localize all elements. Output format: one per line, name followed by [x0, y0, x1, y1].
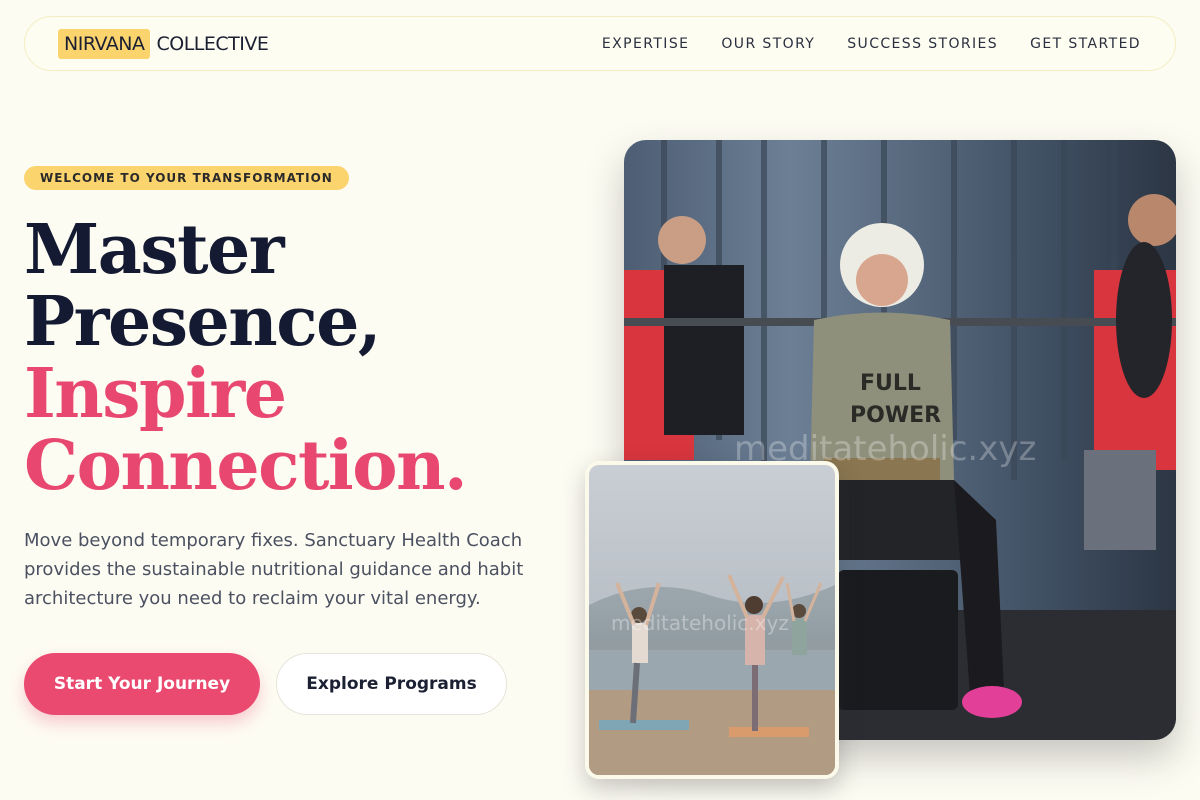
headline-line-connection: Connection. — [24, 426, 468, 506]
nav-link-success-stories[interactable]: SUCCESS STORIES — [847, 36, 998, 52]
shirt-text-power: POWER — [850, 403, 941, 428]
brand-highlight: NIRVANA — [58, 28, 151, 59]
welcome-badge: WELCOME TO YOUR TRANSFORMATION — [24, 166, 349, 190]
beach-yoga-photo: meditateholic.xyz — [585, 461, 839, 779]
nav-link-get-started[interactable]: GET STARTED — [1030, 36, 1141, 52]
start-journey-button[interactable]: Start Your Journey — [24, 653, 260, 715]
top-navbar: NIRVANA COLLECTIVE EXPERTISE OUR STORY S… — [24, 16, 1176, 71]
nav-link-our-story[interactable]: OUR STORY — [721, 36, 815, 52]
headline-line-inspire: Inspire — [24, 354, 287, 434]
hero-headline: Master Presence, Inspire Connection. — [24, 214, 584, 502]
nav-links: EXPERTISE OUR STORY SUCCESS STORIES GET … — [602, 36, 1141, 52]
headline-line-master: Master — [24, 210, 285, 290]
headline-line-presence: Presence, — [24, 282, 382, 362]
explore-programs-button[interactable]: Explore Programs — [276, 653, 507, 715]
small-watermark: meditateholic.xyz — [611, 611, 789, 635]
hero-description: Move beyond temporary fixes. Sanctuary H… — [24, 530, 524, 609]
nav-link-expertise[interactable]: EXPERTISE — [602, 36, 689, 52]
shirt-text-full: FULL — [860, 371, 921, 396]
brand-name: COLLECTIVE — [156, 32, 269, 55]
brand-logo[interactable]: NIRVANA COLLECTIVE — [58, 28, 269, 59]
